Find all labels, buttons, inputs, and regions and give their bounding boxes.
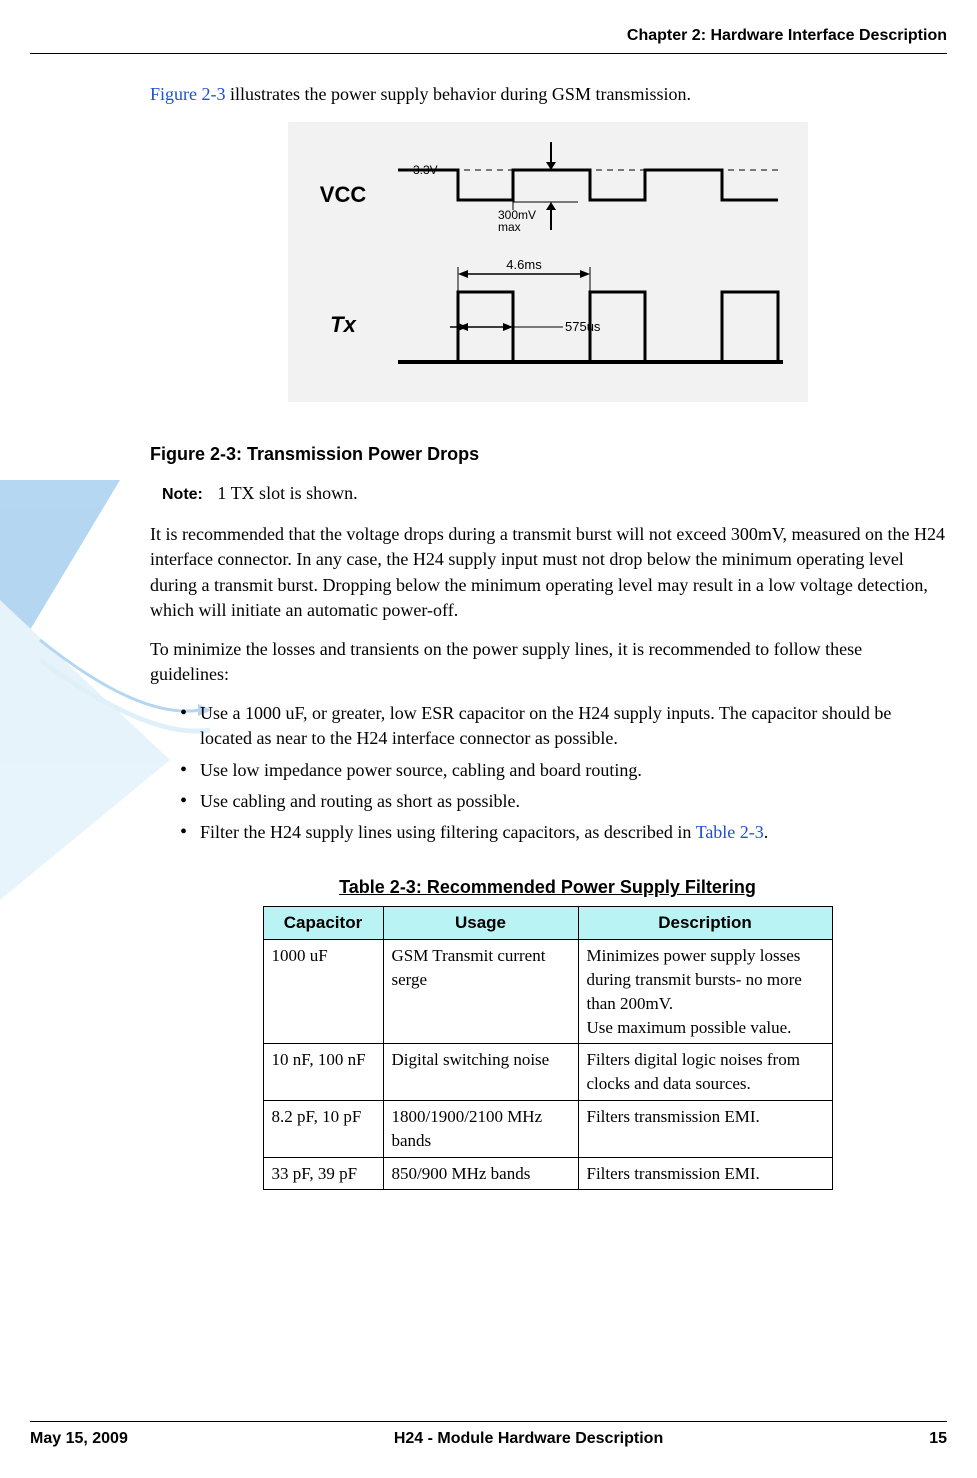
- figure-caption: Figure 2-3: Transmission Power Drops: [150, 442, 945, 467]
- note-label: Note:: [162, 484, 203, 506]
- footer-date: May 15, 2009: [30, 1428, 128, 1450]
- tx-period-label: 4.6ms: [506, 257, 542, 272]
- list-item: Filter the H24 supply lines using filter…: [184, 820, 945, 845]
- timing-diagram: VCC 3.3V 300mVmax Tx: [288, 122, 808, 402]
- table-row: 10 nF, 100 nF Digital switching noise Fi…: [263, 1044, 832, 1101]
- list-item: Use low impedance power source, cabling …: [184, 758, 945, 783]
- note-text: 1 TX slot is shown.: [217, 483, 357, 503]
- table-header: Capacitor: [263, 907, 383, 940]
- table-caption: Table 2-3: Recommended Power Supply Filt…: [150, 875, 945, 900]
- paragraph-1: It is recommended that the voltage drops…: [150, 522, 945, 623]
- chapter-title: Chapter 2: Hardware Interface Descriptio…: [627, 25, 947, 47]
- note: Note: 1 TX slot is shown.: [150, 481, 945, 506]
- list-item: Use a 1000 uF, or greater, low ESR capac…: [184, 701, 945, 751]
- table-header: Description: [578, 907, 832, 940]
- list-item: Use cabling and routing as short as poss…: [184, 789, 945, 814]
- table-reference[interactable]: Table 2-3: [696, 822, 764, 842]
- filter-table: Capacitor Usage Description 1000 uF GSM …: [263, 906, 833, 1190]
- page-header: Chapter 2: Hardware Interface Descriptio…: [30, 25, 947, 54]
- tx-label: Tx: [330, 312, 356, 337]
- table-row: 1000 uF GSM Transmit current serge Minim…: [263, 940, 832, 1044]
- page-footer: May 15, 2009 H24 - Module Hardware Descr…: [30, 1421, 947, 1450]
- footer-page-number: 15: [929, 1428, 947, 1450]
- table-row: 8.2 pF, 10 pF 1800/1900/2100 MHz bands F…: [263, 1100, 832, 1157]
- guidelines-list: Use a 1000 uF, or greater, low ESR capac…: [150, 701, 945, 845]
- vcc-label: VCC: [319, 182, 366, 207]
- vcc-drop-label: 300mVmax: [498, 208, 536, 234]
- table-header: Usage: [383, 907, 578, 940]
- footer-title: H24 - Module Hardware Description: [394, 1428, 663, 1450]
- intro-text: illustrates the power supply behavior du…: [226, 84, 691, 104]
- figure-reference[interactable]: Figure 2-3: [150, 84, 226, 104]
- tx-pulse-label: 575us: [565, 319, 601, 334]
- intro-paragraph: Figure 2-3 illustrates the power supply …: [150, 82, 945, 107]
- table-row: 33 pF, 39 pF 850/900 MHz bands Filters t…: [263, 1157, 832, 1190]
- paragraph-2: To minimize the losses and transients on…: [150, 637, 945, 687]
